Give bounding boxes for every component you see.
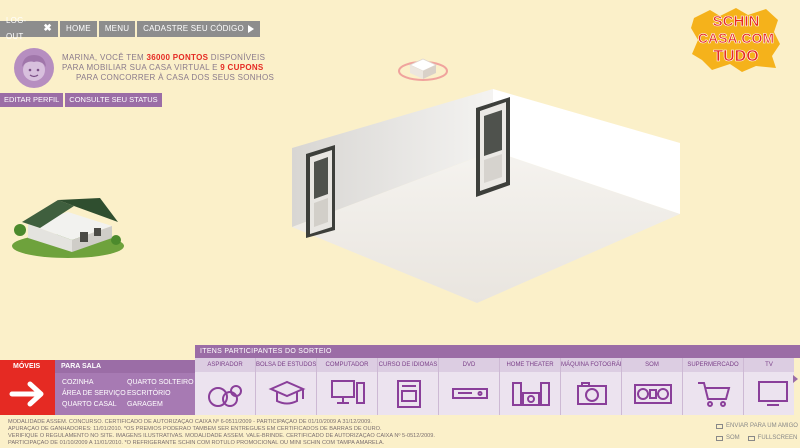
- legal-line: PARTICIPAÇÃO DE 01/10/2009 A 11/01/2010.…: [8, 440, 385, 446]
- next-room-button[interactable]: [0, 373, 55, 415]
- send-friend-label: ENVIAR PARA UM AMIGO: [726, 423, 798, 429]
- item-som[interactable]: SOM: [622, 358, 683, 415]
- prize-items: ASPIRADOR BOLSA DE ESTUDOS COMPUTADOR CU…: [195, 358, 800, 415]
- sound-toggle[interactable]: SOM: [716, 435, 740, 441]
- legal-line: VERIFIQUE O REGULAMENTO NO SITE. IMAGENS…: [8, 433, 435, 439]
- house-thumbnail[interactable]: [8, 180, 128, 260]
- welcome-text: MARINA, VOCÊ TEM: [62, 53, 144, 62]
- room-link-quarto-solteiro[interactable]: QUARTO SOLTEIRO: [127, 379, 194, 386]
- item-aspirador[interactable]: ASPIRADOR: [195, 358, 256, 415]
- arrow-right-icon: [247, 25, 254, 33]
- graduation-cap-icon: [268, 380, 306, 405]
- door-left[interactable]: [306, 145, 335, 238]
- item-label: ASPIRADOR: [195, 358, 255, 372]
- room-link-quarto-casal[interactable]: QUARTO CASAL: [62, 401, 117, 408]
- room-link-escritorio[interactable]: ESCRITÓRIO: [127, 390, 171, 397]
- points-value: 36000 PONTOS: [146, 53, 209, 62]
- top-nav: LOG-OUT ✖ HOME MENU CADASTRE SEU CÓDIGO: [0, 16, 260, 41]
- item-label: SOM: [622, 358, 682, 372]
- logo-text: CASA.COM: [698, 30, 774, 46]
- room-link-garagem[interactable]: GARAGEM: [127, 401, 163, 408]
- item-label: BOLSA DE ESTUDOS: [256, 358, 316, 372]
- tab-moveis[interactable]: MÓVEIS: [0, 360, 55, 373]
- check-status-button[interactable]: CONSULTE SEU STATUS: [65, 93, 162, 107]
- item-label: DVD: [439, 358, 499, 372]
- tv-icon: [758, 381, 788, 406]
- sound-label: SOM: [726, 435, 740, 441]
- arrow-right-icon: [9, 381, 44, 407]
- room-link-area-servico[interactable]: ÁREA DE SERVIÇO: [62, 390, 126, 397]
- room-link-cozinha[interactable]: COZINHA: [62, 379, 94, 386]
- stereo-icon: [634, 384, 672, 404]
- dvd-player-icon: [452, 388, 488, 399]
- send-friend-link[interactable]: ENVIAR PARA UM AMIGO: [716, 423, 798, 429]
- tab-para-sala[interactable]: PARA SALA: [55, 360, 195, 373]
- avatar: [14, 48, 54, 88]
- item-label: MÁQUINA FOTOGRÁFICA: [561, 358, 621, 372]
- footer-links: ENVIAR PARA UM AMIGO SOM FULLSCREEN: [716, 423, 798, 447]
- welcome-line-1: MARINA, VOCÊ TEM 36000 PONTOS DISPONÍVEI…: [62, 53, 274, 63]
- items-scroll-right-icon[interactable]: [793, 375, 798, 383]
- category-header: MÓVEIS PARA SALA: [0, 360, 195, 373]
- home-theater-icon: [512, 382, 550, 406]
- items-header: ITENS PARTICIPANTES DO SORTEIO: [195, 345, 800, 358]
- vacuum-icon: [208, 385, 242, 407]
- legal-text: MODALIDADE ASSEM. CONCURSO. CERTIFICADO …: [8, 419, 568, 447]
- item-bolsa-estudos[interactable]: BOLSA DE ESTUDOS: [256, 358, 317, 415]
- logout-label: LOG-OUT: [6, 16, 27, 41]
- edit-profile-button[interactable]: EDITAR PERFIL: [0, 93, 64, 107]
- item-dvd[interactable]: DVD: [439, 358, 500, 415]
- home-button[interactable]: HOME: [60, 21, 97, 37]
- camera-icon: [577, 382, 607, 405]
- register-code-label: CADASTRE SEU CÓDIGO: [143, 24, 244, 33]
- user-actions: EDITAR PERFIL CONSULTE SEU STATUS: [0, 93, 162, 107]
- schin-logo: SCHIN CASA.COM TUDO: [691, 8, 780, 72]
- item-label: HOME THEATER: [500, 358, 560, 372]
- logo-text: TUDO: [713, 48, 758, 65]
- legal-line: MODALIDADE ASSEM. CONCURSO. CERTIFICADO …: [8, 419, 372, 425]
- fullscreen-button[interactable]: FULLSCREEN: [747, 435, 798, 441]
- welcome-text: PARA MOBILIAR SUA CASA VIRTUAL E: [62, 63, 218, 72]
- shopping-cart-icon: [698, 382, 731, 407]
- item-curso-idiomas[interactable]: CURSO DE IDIOMAS: [378, 358, 439, 415]
- room-list: COZINHA QUARTO SOLTEIRO ÁREA DE SERVIÇO …: [55, 373, 195, 415]
- computer-icon: [331, 380, 365, 404]
- logo-text: SCHIN: [713, 13, 760, 30]
- speaker-icon: [716, 435, 723, 441]
- item-label: COMPUTADOR: [317, 358, 377, 372]
- envelope-icon: [716, 423, 723, 429]
- fullscreen-icon: [747, 435, 755, 441]
- item-maquina-fotografica[interactable]: MÁQUINA FOTOGRÁFICA: [561, 358, 622, 415]
- book-icon: [397, 380, 421, 408]
- item-label: CURSO DE IDIOMAS: [378, 358, 438, 372]
- logout-button[interactable]: LOG-OUT ✖: [0, 16, 58, 41]
- close-icon: ✖: [43, 23, 52, 34]
- menu-button[interactable]: MENU: [98, 21, 136, 37]
- door-back[interactable]: [476, 97, 510, 197]
- virtual-room: [292, 89, 680, 303]
- item-computador[interactable]: COMPUTADOR: [317, 358, 378, 415]
- item-label: SUPERMERCADO: [683, 358, 743, 372]
- item-label: TV: [744, 358, 794, 372]
- item-home-theater[interactable]: HOME THEATER: [500, 358, 561, 415]
- bottom-panel: MÓVEIS PARA SALA COZINHA QUARTO SOLTEIRO…: [0, 345, 800, 415]
- fullscreen-label: FULLSCREEN: [757, 435, 798, 441]
- item-tv[interactable]: TV: [744, 358, 794, 415]
- item-supermercado[interactable]: SUPERMERCADO: [683, 358, 744, 415]
- register-code-button[interactable]: CADASTRE SEU CÓDIGO: [137, 21, 260, 37]
- welcome-text: DISPONÍVEIS: [210, 53, 266, 62]
- legal-line: APURAÇÃO DE GANHADORES: 11/01/2010. *OS …: [8, 426, 382, 432]
